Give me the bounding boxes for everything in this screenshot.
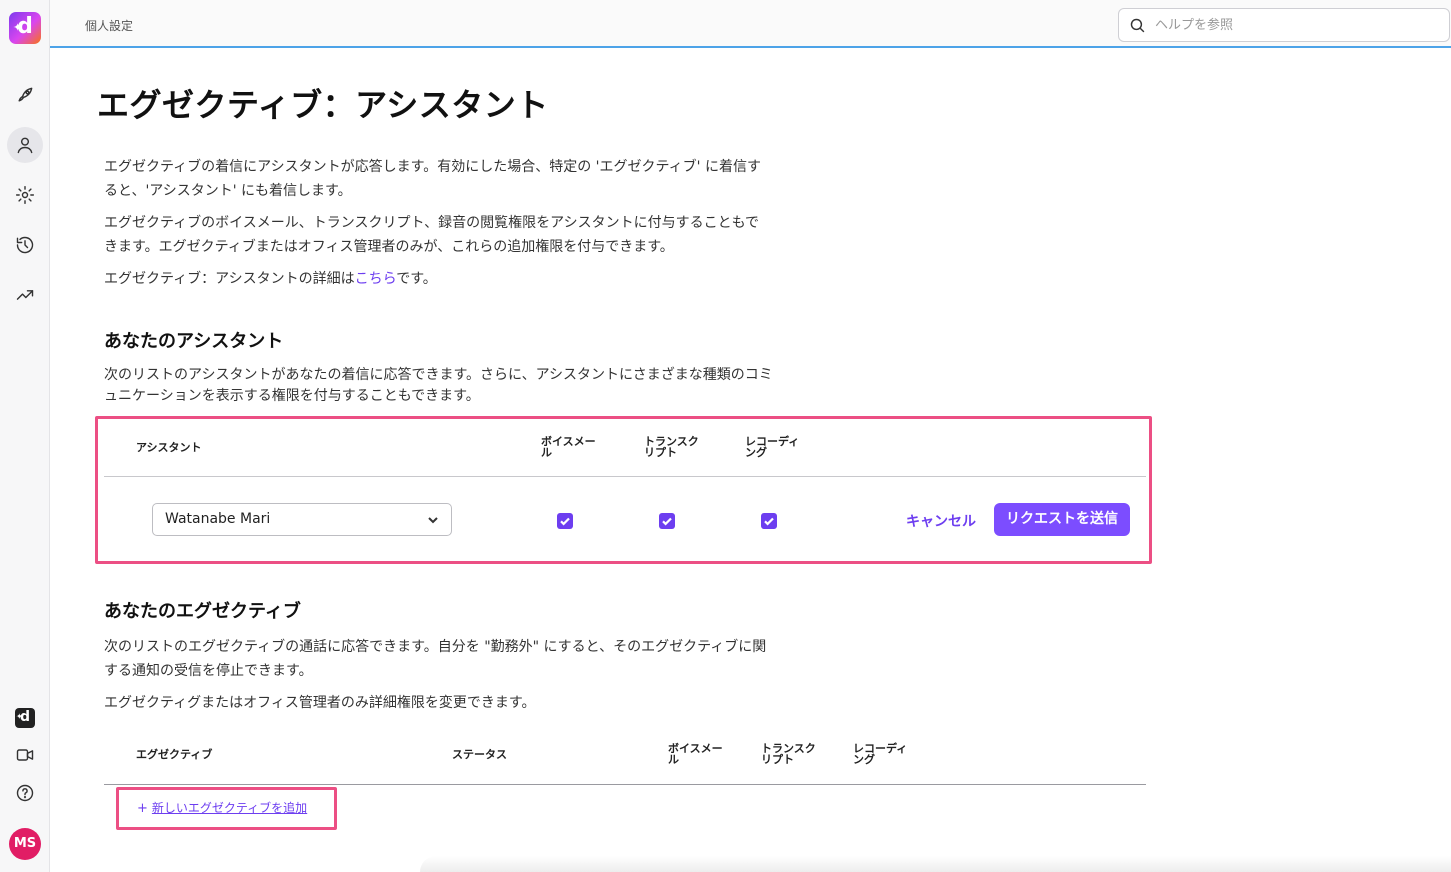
col-exec-voicemail: ボイスメール [668, 742, 723, 766]
voicemail-checkbox[interactable] [557, 513, 573, 529]
bottom-shadow [420, 856, 1451, 872]
cancel-button[interactable]: キャンセル [906, 511, 976, 531]
intro-3-suffix: です。 [396, 271, 437, 287]
rail-launch-button[interactable] [7, 77, 43, 113]
rail-profile-button[interactable] [7, 127, 43, 163]
executives-heading: あなたのエグゼクティブ [104, 601, 301, 622]
assistant-select-value: Watanabe Mari [165, 511, 271, 527]
assistant-table-highlight [95, 416, 1152, 564]
rail-analytics-button[interactable] [7, 277, 43, 313]
executives-description-1: 次のリストのエグゼクティブの通話に応答できます。自分を "勤務外" にすると、そ… [104, 639, 767, 679]
left-rail: ✦ d ✦ d MS [0, 0, 50, 872]
breadcrumb[interactable]: 個人設定 [85, 17, 133, 34]
plus-icon: + [137, 801, 148, 816]
add-executive-link[interactable]: + 新しいエグゼクティブを追加 [137, 799, 307, 816]
history-icon [16, 236, 34, 254]
intro-paragraph-3: エグゼクティブ：アシスタントの詳細はこちらです。 [104, 267, 769, 291]
rail-settings-button[interactable] [7, 177, 43, 213]
intro-3-prefix: エグゼクティブ：アシスタントの詳細は [104, 271, 355, 287]
col-executive: エグゼクティブ [136, 748, 213, 761]
rail-help-button[interactable] [7, 775, 43, 811]
details-link[interactable]: こちら [355, 271, 397, 287]
gear-icon [15, 185, 35, 205]
check-icon [662, 517, 672, 526]
intro-paragraph-2: エグゼクティブのボイスメール、トランスクリプト、録音の閲覧権限をアシスタントに付… [104, 215, 760, 255]
col-voicemail: ボイスメール [541, 435, 596, 459]
avatar[interactable]: MS [9, 828, 41, 860]
check-icon [560, 517, 570, 526]
page-title: エグゼクティブ：アシスタント [97, 86, 549, 124]
check-icon [764, 517, 774, 526]
col-status: ステータス [452, 748, 507, 761]
help-icon [16, 784, 34, 802]
col-exec-transcript: トランスクリプト [761, 742, 816, 766]
help-search[interactable] [1118, 8, 1450, 42]
sparkle-small-icon: ✦ [16, 712, 23, 721]
search-icon [1130, 18, 1145, 33]
search-input[interactable] [1155, 15, 1435, 35]
top-bar: 個人設定 [50, 0, 1451, 48]
trending-icon [16, 290, 34, 300]
transcript-checkbox[interactable] [659, 513, 675, 529]
col-exec-recording: レコーディング [853, 742, 908, 766]
executives-description-2: エグゼクティグまたはオフィス管理者のみ詳細権限を変更できます。 [104, 695, 536, 711]
assistant-select[interactable]: Watanabe Mari [152, 503, 452, 536]
col-recording: レコーディング [745, 435, 800, 459]
assistants-description: 次のリストのアシスタントがあなたの着信に応答できます。さらに、アシスタントにさま… [104, 367, 773, 404]
executive-table-divider [104, 784, 1146, 785]
dialpad-icon[interactable]: ✦ d [15, 708, 35, 728]
rail-history-button[interactable] [7, 227, 43, 263]
send-request-button[interactable]: リクエストを送信 [994, 503, 1130, 536]
user-icon [17, 137, 33, 154]
assistant-table-divider [104, 476, 1146, 477]
app-logo[interactable]: ✦ d [9, 12, 41, 44]
col-assistant: アシスタント [136, 441, 202, 454]
rocket-icon [18, 87, 33, 102]
chevron-down-icon [428, 517, 438, 524]
recording-checkbox[interactable] [761, 513, 777, 529]
col-transcript: トランスクリプト [644, 435, 699, 459]
add-executive-label: 新しいエグゼクティブを追加 [151, 801, 308, 815]
sparkle-icon: ✦ [13, 21, 23, 34]
intro-paragraph-1: エグゼクティブの着信にアシスタントが応答します。有効にした場合、特定の 'エグゼ… [104, 159, 761, 199]
assistants-heading: あなたのアシスタント [104, 331, 284, 352]
rail-video-button[interactable] [7, 737, 43, 773]
video-icon [16, 749, 34, 761]
